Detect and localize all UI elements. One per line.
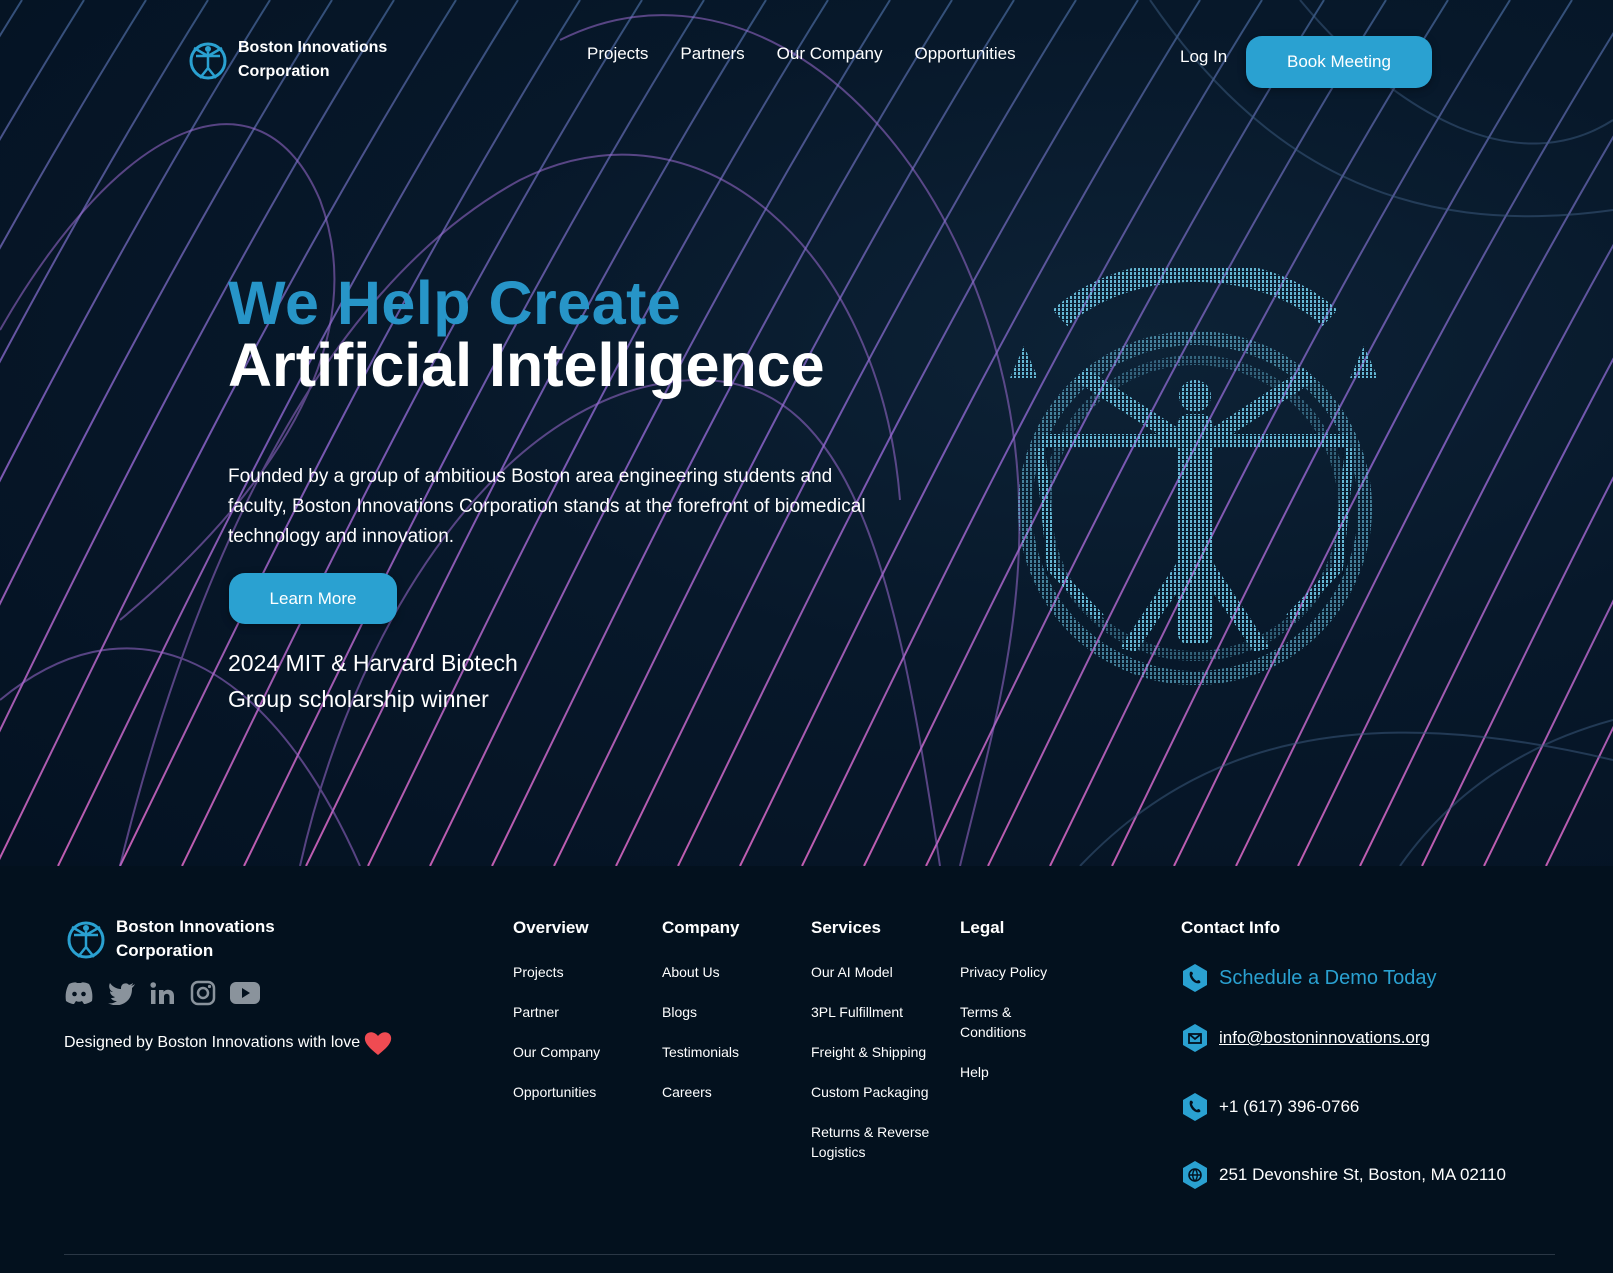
footer-link-privacy[interactable]: Privacy Policy (960, 962, 1050, 982)
footer-link-terms[interactable]: Terms & Conditions (960, 1002, 1050, 1042)
background-line (553, 0, 1015, 866)
header-brand[interactable]: Boston Innovations Corporation (186, 36, 387, 84)
globe-icon (1183, 1161, 1207, 1189)
footer-link-partner[interactable]: Partner (513, 1002, 600, 1022)
hero-title-line2: Artificial Intelligence (228, 331, 825, 399)
contact-address: 251 Devonshire St, Boston, MA 02110 (1181, 1160, 1506, 1190)
social-links (64, 980, 260, 1006)
footer-col-company: Company About Us Blogs Testimonials Care… (662, 918, 739, 1122)
hero-title-line1: We Help Create (228, 269, 682, 337)
vitruvian-logo-icon (67, 921, 105, 959)
heart-icon (365, 1032, 392, 1055)
award-line2: Group scholarship winner (228, 686, 489, 712)
footer-col-title: Legal (960, 918, 1005, 937)
mail-icon (1183, 1024, 1207, 1052)
footer-col-title: Company (662, 918, 740, 937)
background-line (0, 0, 147, 250)
footer-link-projects[interactable]: Projects (513, 962, 600, 982)
youtube-icon[interactable] (230, 982, 260, 1004)
background-line (0, 0, 209, 364)
footer-link-opportunities[interactable]: Opportunities (513, 1082, 600, 1102)
nav-opportunities[interactable]: Opportunities (915, 44, 1016, 64)
email-link[interactable]: info@bostoninnovations.org (1219, 1028, 1430, 1048)
footer-link-blogs[interactable]: Blogs (662, 1002, 739, 1022)
footer-col-overview: Overview Projects Partner Our Company Op… (513, 918, 600, 1122)
nav-projects[interactable]: Projects (587, 44, 648, 64)
learn-more-button[interactable]: Learn More (229, 573, 397, 624)
discord-icon[interactable] (64, 981, 94, 1005)
footer-link-careers[interactable]: Careers (662, 1082, 739, 1102)
award-line1: 2024 MIT & Harvard Biotech (228, 650, 518, 676)
contact-phone[interactable]: +1 (617) 396-0766 (1181, 1092, 1359, 1122)
phone-icon (1183, 964, 1207, 992)
background-line (367, 0, 829, 866)
nav-our-company[interactable]: Our Company (777, 44, 883, 64)
footer-col-legal: Legal Privacy Policy Terms & Conditions … (960, 918, 1050, 1102)
nav-partners[interactable]: Partners (680, 44, 744, 64)
footer-link-3pl[interactable]: 3PL Fulfillment (811, 1002, 941, 1022)
brand-name-line2: Corporation (238, 63, 330, 80)
background-line (429, 0, 891, 866)
login-link[interactable]: Log In (1180, 47, 1227, 67)
footer-col-services: Services Our AI Model 3PL Fulfillment Fr… (811, 918, 941, 1182)
instagram-icon[interactable] (190, 980, 216, 1006)
contact-demo[interactable]: Schedule a Demo Today (1181, 963, 1437, 993)
linkedin-icon[interactable] (150, 981, 176, 1005)
background-line (0, 0, 271, 483)
background-line (119, 0, 581, 866)
phone-icon (1183, 1093, 1207, 1121)
footer-link-freight[interactable]: Freight & Shipping (811, 1042, 941, 1062)
designed-by: Designed by Boston Innovations with love (64, 1030, 392, 1056)
contact-title: Contact Info (1181, 918, 1281, 937)
footer-brand[interactable]: Boston Innovations Corporation (64, 915, 275, 963)
designed-by-text: Designed by Boston Innovations with love (64, 1034, 361, 1051)
award-text: 2024 MIT & Harvard Biotech Group scholar… (228, 645, 568, 717)
hero-section: Boston Innovations Corporation Projects … (0, 0, 1613, 866)
footer-link-packaging[interactable]: Custom Packaging (811, 1082, 941, 1102)
footer-col-title: Services (811, 918, 881, 937)
schedule-demo-link[interactable]: Schedule a Demo Today (1219, 967, 1437, 990)
book-meeting-button[interactable]: Book Meeting (1246, 36, 1432, 88)
footer-link-help[interactable]: Help (960, 1062, 1050, 1082)
vitruvian-emblem-icon (1010, 268, 1378, 685)
vitruvian-logo-icon (189, 42, 227, 80)
brand-name: Boston Innovations Corporation (238, 36, 387, 84)
footer-brand-line1: Boston Innovations (116, 917, 275, 936)
phone-number[interactable]: +1 (617) 396-0766 (1219, 1097, 1359, 1117)
address-text: 251 Devonshire St, Boston, MA 02110 (1219, 1165, 1506, 1184)
footer-col-title: Overview (513, 918, 589, 937)
background-line (0, 0, 85, 141)
background-line (243, 0, 705, 866)
main-nav: Projects Partners Our Company Opportunit… (587, 44, 1016, 64)
contact-email[interactable]: info@bostoninnovations.org (1181, 1023, 1430, 1053)
footer-link-our-company[interactable]: Our Company (513, 1042, 600, 1062)
footer-link-ai-model[interactable]: Our AI Model (811, 962, 941, 982)
footer-link-about-us[interactable]: About Us (662, 962, 739, 982)
background-line (305, 0, 767, 866)
footer-brand-line2: Corporation (116, 941, 214, 960)
footer-link-testimonials[interactable]: Testimonials (662, 1042, 739, 1062)
footer-brand-name: Boston Innovations Corporation (116, 915, 275, 963)
footer-divider (64, 1254, 1555, 1255)
hero-description: Founded by a group of ambitious Boston a… (228, 466, 866, 547)
footer-link-returns[interactable]: Returns & Reverse Logistics (811, 1122, 941, 1162)
twitter-icon[interactable] (108, 981, 136, 1005)
background-line (181, 0, 643, 866)
background-line (0, 0, 23, 38)
brand-name-line1: Boston Innovations (238, 39, 388, 56)
